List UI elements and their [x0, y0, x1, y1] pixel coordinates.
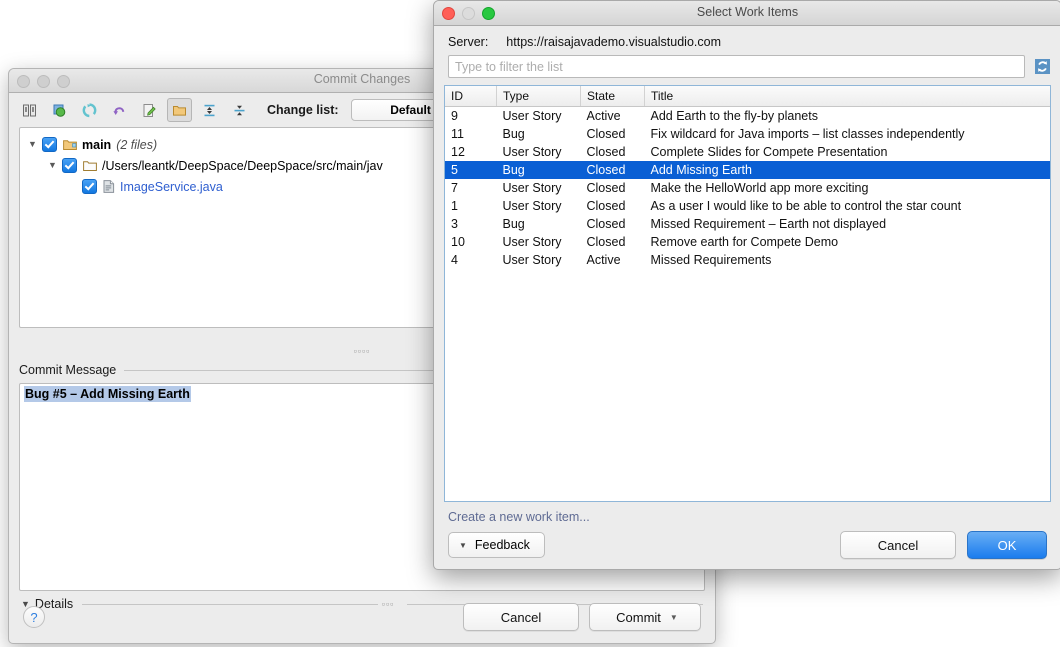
group-by-directory-icon[interactable] — [167, 98, 192, 122]
commit-button[interactable]: Commit ▼ — [589, 603, 701, 631]
cell-state: Active — [581, 251, 645, 269]
cell-type: Bug — [497, 161, 581, 179]
cell-state: Closed — [581, 197, 645, 215]
cell-type: Bug — [497, 215, 581, 233]
work-items-dialog-title: Select Work Items — [434, 5, 1060, 19]
show-diff-icon[interactable] — [17, 98, 42, 122]
cell-title: Fix wildcard for Java imports – list cla… — [645, 125, 1051, 143]
column-header-id[interactable]: ID — [445, 86, 497, 107]
cell-type: User Story — [497, 143, 581, 161]
table-row[interactable]: 9User StoryActiveAdd Earth to the fly-by… — [445, 107, 1050, 126]
cell-title: Make the HelloWorld app more exciting — [645, 179, 1051, 197]
column-header-title[interactable]: Title — [645, 86, 1051, 107]
table-row[interactable]: 10User StoryClosedRemove earth for Compe… — [445, 233, 1050, 251]
server-label: Server: — [448, 35, 488, 49]
cell-id: 7 — [445, 179, 497, 197]
tree-checkbox[interactable] — [62, 158, 77, 173]
filter-input[interactable]: Type to filter the list — [448, 55, 1025, 78]
chevron-down-icon[interactable]: ▼ — [28, 140, 40, 149]
changelist-value: Default — [390, 103, 431, 117]
commit-button-label: Commit — [616, 610, 661, 625]
table-row[interactable]: 1User StoryClosedAs a user I would like … — [445, 197, 1050, 215]
tree-directory-path: /Users/leantk/DeepSpace/DeepSpace/src/ma… — [102, 159, 383, 173]
cell-type: User Story — [497, 107, 581, 126]
work-items-table: ID Type State Title 9User StoryActiveAdd… — [445, 86, 1050, 269]
table-row[interactable]: 4User StoryActiveMissed Requirements — [445, 251, 1050, 269]
tree-root-count: (2 files) — [116, 138, 157, 152]
cancel-button[interactable]: Cancel — [840, 531, 956, 559]
cell-id: 12 — [445, 143, 497, 161]
refresh-icon[interactable] — [1033, 58, 1051, 76]
collapse-all-icon[interactable] — [227, 98, 252, 122]
cell-state: Closed — [581, 161, 645, 179]
cell-title: Add Earth to the fly-by planets — [645, 107, 1051, 126]
cell-type: User Story — [497, 233, 581, 251]
cell-title: Remove earth for Compete Demo — [645, 233, 1051, 251]
cell-id: 5 — [445, 161, 497, 179]
expand-all-icon[interactable] — [197, 98, 222, 122]
cell-type: User Story — [497, 179, 581, 197]
ok-button[interactable]: OK — [967, 531, 1047, 559]
cell-title: Missed Requirements — [645, 251, 1051, 269]
cell-state: Active — [581, 107, 645, 126]
tree-root-label: main — [82, 138, 111, 152]
cell-title: Complete Slides for Compete Presentation — [645, 143, 1051, 161]
cell-state: Closed — [581, 215, 645, 233]
java-file-icon — [103, 180, 115, 193]
filter-placeholder: Type to filter the list — [455, 60, 563, 74]
cell-state: Closed — [581, 233, 645, 251]
feedback-label: Feedback — [475, 538, 530, 552]
changelist-label: Change list: — [267, 103, 339, 117]
cell-state: Closed — [581, 125, 645, 143]
cell-id: 9 — [445, 107, 497, 126]
column-header-type[interactable]: Type — [497, 86, 581, 107]
cell-state: Closed — [581, 179, 645, 197]
chevron-down-icon: ▼ — [459, 541, 467, 550]
cell-type: User Story — [497, 251, 581, 269]
revert-icon[interactable] — [47, 98, 72, 122]
cell-title: Missed Requirement – Earth not displayed — [645, 215, 1051, 233]
table-row[interactable]: 5BugClosedAdd Missing Earth — [445, 161, 1050, 179]
select-work-items-dialog: Select Work Items Server: https://raisaj… — [433, 0, 1060, 570]
tree-checkbox[interactable] — [82, 179, 97, 194]
filter-row: Type to filter the list — [434, 55, 1060, 78]
work-items-footer: ▼ Feedback Cancel OK — [434, 521, 1060, 569]
rollback-icon[interactable] — [107, 98, 132, 122]
cell-type: Bug — [497, 125, 581, 143]
table-row[interactable]: 12User StoryClosedComplete Slides for Co… — [445, 143, 1050, 161]
tree-file-label: ImageService.java — [120, 180, 223, 194]
feedback-button[interactable]: ▼ Feedback — [448, 532, 545, 558]
folder-icon — [83, 160, 97, 172]
work-items-titlebar[interactable]: Select Work Items — [434, 1, 1060, 26]
work-items-table-body: 9User StoryActiveAdd Earth to the fly-by… — [445, 107, 1050, 270]
table-row[interactable]: 7User StoryClosedMake the HelloWorld app… — [445, 179, 1050, 197]
cancel-button[interactable]: Cancel — [463, 603, 579, 631]
cell-state: Closed — [581, 143, 645, 161]
chevron-down-icon[interactable]: ▼ — [670, 613, 678, 622]
commit-message-label: Commit Message — [19, 363, 116, 377]
cell-type: User Story — [497, 197, 581, 215]
table-row[interactable]: 3BugClosedMissed Requirement – Earth not… — [445, 215, 1050, 233]
cell-title: As a user I would like to be able to con… — [645, 197, 1051, 215]
work-items-table-container[interactable]: ID Type State Title 9User StoryActiveAdd… — [444, 85, 1051, 502]
edit-source-icon[interactable] — [137, 98, 162, 122]
server-row: Server: https://raisajavademo.visualstud… — [434, 26, 1060, 55]
help-button[interactable]: ? — [23, 606, 45, 628]
column-header-state[interactable]: State — [581, 86, 645, 107]
refresh-icon[interactable] — [77, 98, 102, 122]
commit-message-value: Bug #5 – Add Missing Earth — [24, 386, 191, 402]
server-value: https://raisajavademo.visualstudio.com — [506, 35, 721, 49]
cell-id: 11 — [445, 125, 497, 143]
cell-id: 4 — [445, 251, 497, 269]
cell-id: 10 — [445, 233, 497, 251]
chevron-down-icon[interactable]: ▼ — [48, 161, 60, 170]
cell-title: Add Missing Earth — [645, 161, 1051, 179]
cell-id: 3 — [445, 215, 497, 233]
tree-checkbox[interactable] — [42, 137, 57, 152]
table-row[interactable]: 11BugClosedFix wildcard for Java imports… — [445, 125, 1050, 143]
cell-id: 1 — [445, 197, 497, 215]
table-header-row: ID Type State Title — [445, 86, 1050, 107]
changelist-folder-icon — [63, 139, 77, 151]
commit-footer: ? Cancel Commit ▼ — [9, 591, 715, 643]
